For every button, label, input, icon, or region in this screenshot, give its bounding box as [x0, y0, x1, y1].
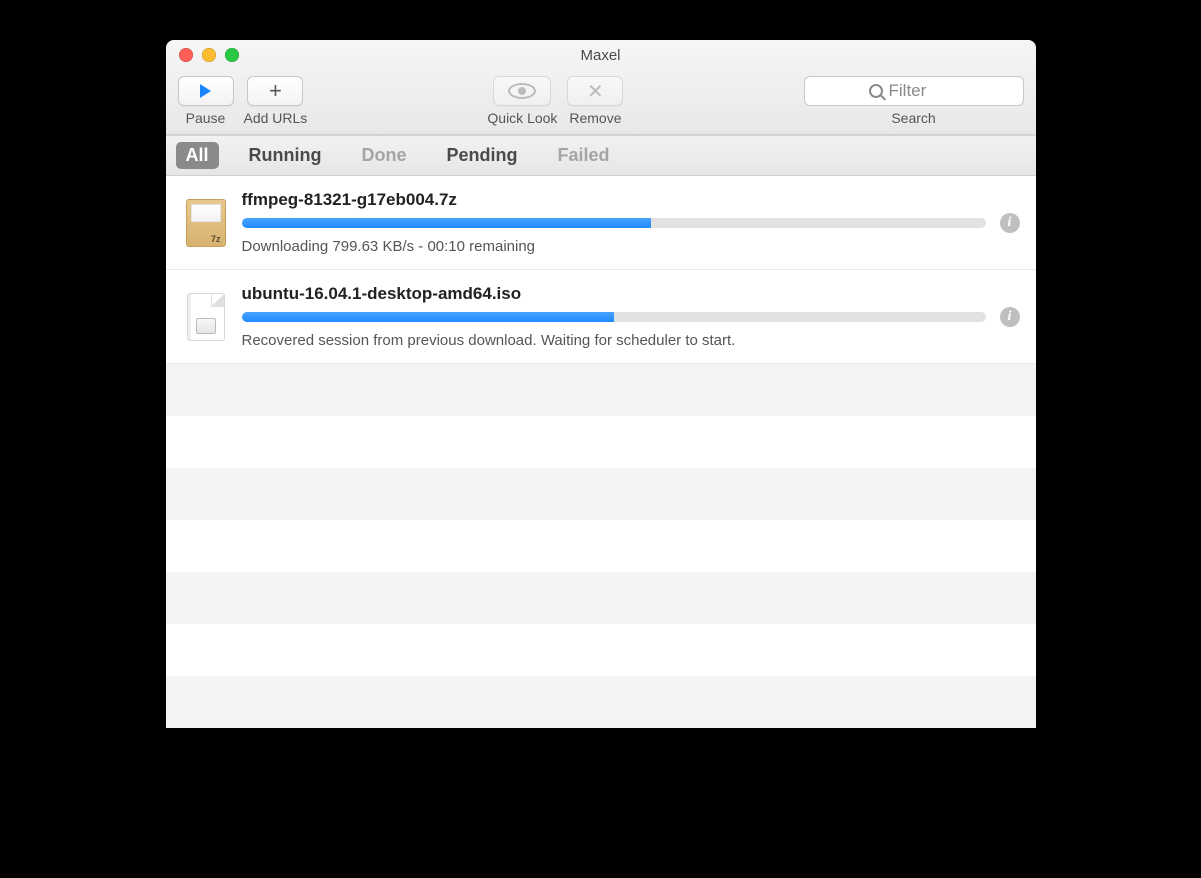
window-title: Maxel	[166, 47, 1036, 64]
toolbar: Pause + Add URLs Quick Look ✕ Remove	[166, 70, 1036, 134]
progress-bar-fill	[242, 312, 614, 322]
remove-label: Remove	[569, 110, 621, 126]
download-filename: ubuntu-16.04.1-desktop-amd64.iso	[242, 284, 986, 304]
file-icon-iso	[184, 292, 228, 342]
download-row[interactable]: ffmpeg-81321-g17eb004.7z Downloading 799…	[166, 176, 1036, 270]
download-status: Recovered session from previous download…	[242, 332, 986, 349]
list-row-empty	[166, 572, 1036, 624]
x-icon: ✕	[587, 79, 604, 104]
eye-icon	[508, 83, 536, 99]
downloads-list: ffmpeg-81321-g17eb004.7z Downloading 799…	[166, 176, 1036, 728]
download-row[interactable]: ubuntu-16.04.1-desktop-amd64.iso Recover…	[166, 270, 1036, 364]
list-row-empty	[166, 364, 1036, 416]
app-window: Maxel Pause + Add URLs Quick Look	[166, 40, 1036, 728]
filter-tab-running[interactable]: Running	[239, 142, 332, 169]
list-row-empty	[166, 520, 1036, 572]
search-label: Search	[891, 110, 935, 126]
remove-button[interactable]: ✕	[567, 76, 623, 106]
filter-tab-pending[interactable]: Pending	[437, 142, 528, 169]
add-urls-button[interactable]: +	[247, 76, 303, 106]
progress-bar-fill	[242, 218, 651, 228]
info-button[interactable]: i	[1000, 213, 1020, 233]
progress-bar	[242, 312, 986, 322]
close-window-button[interactable]	[179, 48, 193, 62]
search-field[interactable]	[804, 76, 1024, 106]
traffic-lights	[166, 48, 239, 62]
filter-tab-all[interactable]: All	[176, 142, 219, 169]
progress-bar	[242, 218, 986, 228]
pause-button[interactable]	[178, 76, 234, 106]
download-filename: ffmpeg-81321-g17eb004.7z	[242, 190, 986, 210]
list-row-empty	[166, 676, 1036, 728]
minimize-window-button[interactable]	[202, 48, 216, 62]
maximize-window-button[interactable]	[225, 48, 239, 62]
plus-icon: +	[269, 80, 282, 102]
filter-tab-done[interactable]: Done	[352, 142, 417, 169]
play-icon	[200, 84, 211, 98]
titlebar: Maxel Pause + Add URLs Quick Look	[166, 40, 1036, 135]
search-icon	[869, 84, 883, 98]
filter-tabs: All Running Done Pending Failed	[166, 135, 1036, 176]
list-row-empty	[166, 416, 1036, 468]
add-urls-label: Add URLs	[244, 110, 308, 126]
pause-label: Pause	[186, 110, 226, 126]
list-row-empty	[166, 624, 1036, 676]
info-button[interactable]: i	[1000, 307, 1020, 327]
quicklook-button[interactable]	[493, 76, 551, 106]
filter-tab-failed[interactable]: Failed	[548, 142, 620, 169]
search-input[interactable]	[889, 81, 959, 101]
quicklook-label: Quick Look	[487, 110, 557, 126]
file-icon-7z	[184, 198, 228, 248]
download-status: Downloading 799.63 KB/s - 00:10 remainin…	[242, 238, 986, 255]
list-row-empty	[166, 468, 1036, 520]
